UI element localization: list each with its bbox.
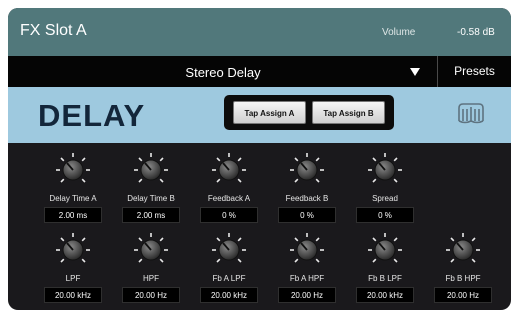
fb-b-lpf-knob[interactable] (360, 231, 410, 269)
volume-label: Volume (382, 27, 416, 38)
delay-time-b-value[interactable]: 2.00 ms (122, 207, 180, 223)
preset-bar: Stereo Delay Presets (8, 56, 511, 87)
tap-assign-group: Tap Assign A Tap Assign B (224, 95, 394, 130)
delay-time-a-knob[interactable] (48, 151, 98, 189)
delay-time-b-label: Delay Time B (127, 194, 175, 203)
fx-panel: FX Slot A Volume -0.58 dB Stereo Delay P… (8, 8, 511, 310)
fb-b-hpf-value[interactable]: 20.00 Hz (434, 287, 492, 303)
delay-time-b-knob[interactable] (126, 151, 176, 189)
brand-logo-icon (454, 99, 488, 129)
delay-time-a-label: Delay Time A (49, 194, 97, 203)
fb-a-lpf-label: Fb A LPF (212, 274, 246, 283)
spread-knob[interactable] (360, 151, 410, 189)
fb-a-lpf-knob[interactable] (204, 231, 254, 269)
effect-title-band: DELAY Tap Assign A Tap Assign B (8, 87, 511, 143)
fb-a-lpf-value[interactable]: 20.00 kHz (200, 287, 258, 303)
fb-b-lpf-label: Fb B LPF (368, 274, 402, 283)
feedback-b-knob[interactable] (282, 151, 332, 189)
tap-assign-b-button[interactable]: Tap Assign B (312, 101, 385, 124)
fx-slot-title: FX Slot A (20, 22, 87, 39)
header-bar: FX Slot A Volume -0.58 dB (8, 8, 511, 56)
volume-value[interactable]: -0.58 dB (457, 27, 495, 38)
hpf-knob[interactable] (126, 231, 176, 269)
feedback-b-label: Feedback B (285, 194, 329, 203)
lpf-value[interactable]: 20.00 kHz (44, 287, 102, 303)
tap-assign-a-button[interactable]: Tap Assign A (233, 101, 306, 124)
presets-button[interactable]: Presets (438, 56, 511, 87)
lpf-knob[interactable] (48, 231, 98, 269)
fb-b-hpf-knob[interactable] (438, 231, 488, 269)
spread-label: Spread (372, 194, 398, 203)
fb-b-lpf-value[interactable]: 20.00 kHz (356, 287, 414, 303)
feedback-b-value[interactable]: 0 % (278, 207, 336, 223)
feedback-a-value[interactable]: 0 % (200, 207, 258, 223)
feedback-a-label: Feedback A (207, 194, 251, 203)
hpf-label: HPF (143, 274, 159, 283)
dropdown-arrow-icon[interactable] (410, 68, 420, 76)
feedback-a-knob[interactable] (204, 151, 254, 189)
fb-a-hpf-value[interactable]: 20.00 Hz (278, 287, 336, 303)
delay-time-a-value[interactable]: 2.00 ms (44, 207, 102, 223)
spread-value[interactable]: 0 % (356, 207, 414, 223)
effect-title: DELAY (38, 98, 146, 133)
preset-selector[interactable]: Stereo Delay (8, 65, 438, 80)
fb-a-hpf-label: Fb A HPF (289, 274, 325, 283)
hpf-value[interactable]: 20.00 Hz (122, 287, 180, 303)
lpf-label: LPF (65, 274, 81, 283)
fb-b-hpf-label: Fb B HPF (445, 274, 481, 283)
fb-a-hpf-knob[interactable] (282, 231, 332, 269)
